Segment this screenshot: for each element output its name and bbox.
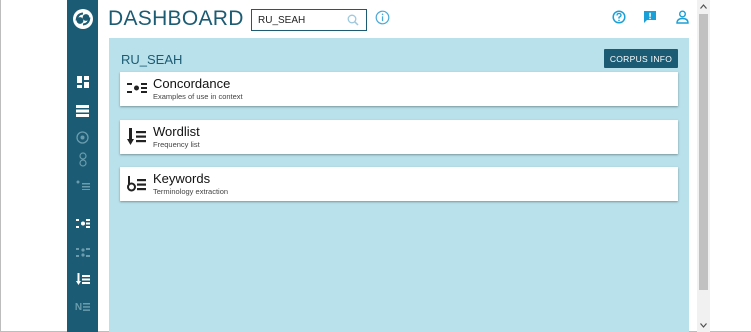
card-subtitle: Examples of use in context bbox=[153, 92, 243, 101]
parallel-concordance-icon[interactable] bbox=[67, 241, 98, 263]
feedback-icon[interactable] bbox=[643, 10, 657, 29]
card-title: Keywords bbox=[153, 171, 211, 186]
sketch-engine-logo-icon[interactable] bbox=[67, 6, 98, 32]
help-icon[interactable] bbox=[612, 10, 626, 29]
location-icon[interactable] bbox=[67, 148, 98, 170]
wordlist-card[interactable]: Wordlist Frequency list bbox=[120, 120, 678, 154]
corpus-search-box[interactable] bbox=[251, 9, 367, 31]
scroll-up-icon[interactable] bbox=[697, 0, 710, 13]
corpus-search-input[interactable] bbox=[252, 10, 340, 31]
wordlist-icon bbox=[127, 128, 147, 151]
info-icon[interactable] bbox=[375, 10, 390, 30]
ngrams-icon[interactable]: N bbox=[67, 296, 98, 318]
keywords-icon bbox=[127, 175, 147, 198]
list-dots-icon[interactable] bbox=[67, 174, 98, 196]
page-title: DASHBOARD bbox=[108, 7, 244, 30]
card-subtitle: Terminology extraction bbox=[153, 187, 229, 196]
wordlist-icon[interactable] bbox=[67, 268, 98, 290]
user-icon[interactable] bbox=[676, 10, 689, 29]
window-border-left bbox=[0, 0, 1, 332]
target-icon[interactable] bbox=[67, 126, 98, 148]
keywords-card[interactable]: Keywords Terminology extraction bbox=[120, 167, 678, 201]
corpus-name: RU_SEAH bbox=[121, 52, 183, 67]
concordance-card[interactable]: Concordance Examples of use in context bbox=[120, 72, 678, 106]
vertical-scrollbar[interactable] bbox=[697, 0, 710, 332]
concordance-icon[interactable] bbox=[67, 212, 98, 234]
card-subtitle: Frequency list bbox=[153, 140, 200, 149]
card-title: Wordlist bbox=[153, 124, 200, 139]
concordance-icon bbox=[127, 80, 147, 101]
sidebar: N bbox=[67, 0, 98, 332]
dashboard-icon[interactable] bbox=[67, 71, 98, 93]
corpus-list-icon[interactable] bbox=[67, 100, 98, 122]
ngrams-label: N bbox=[74, 301, 83, 313]
search-icon[interactable] bbox=[347, 13, 359, 31]
dashboard-panel: RU_SEAH CORPUS INFO Concordance Examples… bbox=[109, 38, 689, 332]
scroll-down-icon[interactable] bbox=[697, 319, 710, 332]
card-title: Concordance bbox=[153, 76, 231, 91]
corpus-info-button[interactable]: CORPUS INFO bbox=[604, 49, 678, 68]
scrollbar-thumb[interactable] bbox=[699, 14, 708, 290]
